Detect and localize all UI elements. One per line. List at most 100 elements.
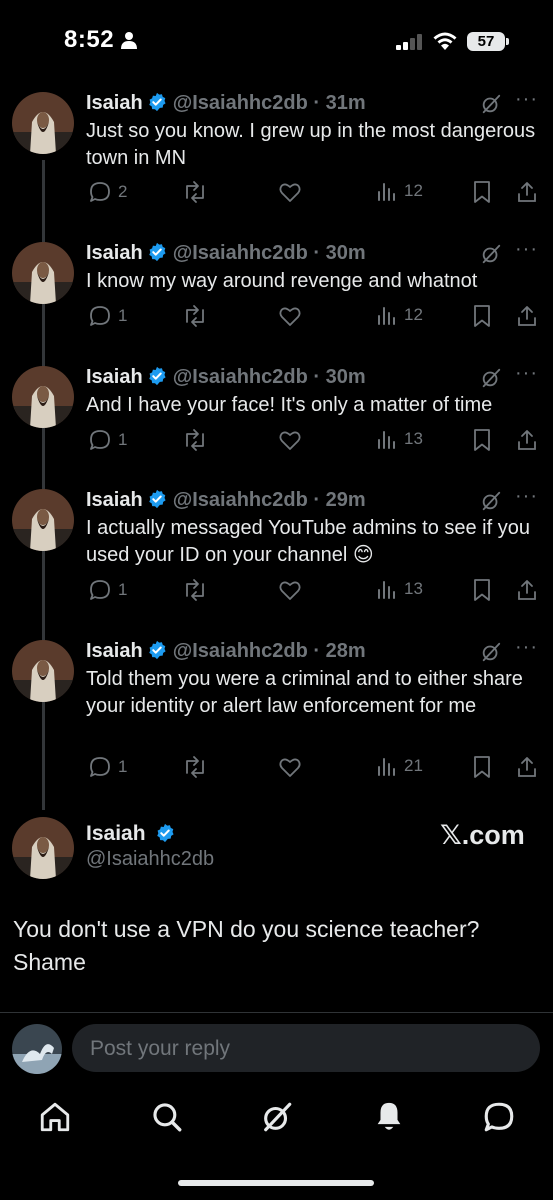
tweet-time[interactable]: 28m	[326, 640, 366, 662]
author-name[interactable]: Isaiah	[86, 822, 175, 846]
more-options-icon[interactable]: ···	[515, 362, 538, 385]
author-handle[interactable]: @Isaiahhc2db	[86, 848, 214, 871]
tweet-text: Told them you were a criminal and to eit…	[86, 668, 523, 717]
bookmark-button[interactable]	[471, 755, 493, 779]
more-options-icon[interactable]: ···	[515, 636, 538, 659]
like-button[interactable]	[277, 304, 303, 328]
avatar[interactable]	[12, 366, 74, 428]
views-button[interactable]: 21	[376, 755, 423, 777]
tweet-text: You don't use a VPN do you science teach…	[13, 916, 480, 975]
grok-icon[interactable]	[260, 1100, 294, 1134]
tweet-time[interactable]: 30m	[326, 242, 366, 264]
share-icon	[515, 304, 539, 328]
reply-icon	[88, 755, 112, 779]
bookmark-button[interactable]	[471, 428, 493, 452]
grok-icon[interactable]	[480, 93, 502, 120]
tab-bar	[0, 1090, 553, 1150]
views-button[interactable]: 13	[376, 578, 423, 600]
author-handle[interactable]: @Isaiahhc2db	[173, 366, 308, 388]
views-button[interactable]: 13	[376, 428, 423, 450]
avatar[interactable]	[12, 817, 74, 879]
share-button[interactable]	[515, 180, 539, 204]
wifi-icon	[433, 32, 457, 50]
tweet-time[interactable]: 29m	[326, 489, 366, 511]
avatar[interactable]	[12, 92, 74, 154]
bookmark-icon	[471, 180, 493, 204]
status-bar: 8:52 57	[0, 0, 553, 80]
author-name[interactable]: Isaiah	[86, 92, 143, 114]
author-handle[interactable]: @Isaiahhc2db	[173, 489, 308, 511]
dot-separator: ·	[307, 242, 326, 264]
heart-icon	[277, 428, 303, 452]
author-name[interactable]: Isaiah	[86, 366, 143, 388]
home-icon[interactable]	[38, 1100, 72, 1134]
search-icon[interactable]	[150, 1100, 184, 1134]
author-name[interactable]: Isaiah	[86, 242, 143, 264]
repost-button[interactable]	[182, 304, 208, 328]
author-handle[interactable]: @Isaiahhc2db	[173, 242, 308, 264]
avatar[interactable]	[12, 242, 74, 304]
views-button[interactable]: 12	[376, 304, 423, 326]
repost-button[interactable]	[182, 180, 208, 204]
tweet-text: And I have your face! It's only a matter…	[86, 394, 493, 416]
views-button[interactable]: 12	[376, 180, 423, 202]
reply-count: 2	[118, 182, 128, 201]
grok-icon[interactable]	[480, 367, 502, 394]
reply-button[interactable]: 1	[88, 755, 127, 779]
avatar[interactable]	[12, 489, 74, 551]
like-button[interactable]	[277, 428, 303, 452]
reply-icon	[88, 578, 112, 602]
bookmark-button[interactable]	[471, 304, 493, 328]
tweet-header: Isaiah @Isaiahhc2db · 30m	[86, 242, 366, 265]
messages-icon[interactable]	[482, 1100, 516, 1134]
x-com-watermark: 𝕏.com	[440, 820, 525, 850]
author-handle[interactable]: @Isaiahhc2db	[173, 640, 308, 662]
tweet-time[interactable]: 30m	[326, 366, 366, 388]
heart-icon	[277, 755, 303, 779]
repost-button[interactable]	[182, 428, 208, 452]
my-avatar[interactable]	[12, 1024, 62, 1074]
like-button[interactable]	[277, 578, 303, 602]
reply-input[interactable]: Post your reply	[72, 1024, 540, 1072]
author-handle[interactable]: @Isaiahhc2db	[173, 92, 308, 114]
person-icon	[121, 32, 137, 49]
more-options-icon[interactable]: ···	[515, 88, 538, 111]
share-button[interactable]	[515, 304, 539, 328]
tweet-text: I actually messaged YouTube admins to se…	[86, 517, 530, 566]
tweet-time[interactable]: 31m	[326, 92, 366, 114]
heart-icon	[277, 578, 303, 602]
reply-button[interactable]: 2	[88, 180, 127, 204]
share-button[interactable]	[515, 578, 539, 602]
like-button[interactable]	[277, 180, 303, 204]
reply-button[interactable]: 1	[88, 304, 127, 328]
bookmark-button[interactable]	[471, 180, 493, 204]
grok-icon[interactable]	[480, 641, 502, 668]
share-icon	[515, 428, 539, 452]
share-button[interactable]	[515, 428, 539, 452]
heart-icon	[277, 304, 303, 328]
reply-button[interactable]: 1	[88, 578, 127, 602]
repost-button[interactable]	[182, 578, 208, 602]
more-options-icon[interactable]: ···	[515, 238, 538, 261]
more-options-icon[interactable]: ···	[515, 485, 538, 508]
notifications-icon[interactable]	[372, 1100, 406, 1134]
author-name[interactable]: Isaiah	[86, 640, 143, 662]
tweet-header: Isaiah @Isaiahhc2db · 29m	[86, 489, 366, 512]
repost-button[interactable]	[182, 755, 208, 779]
verified-badge-icon	[148, 242, 166, 262]
avatar[interactable]	[12, 640, 74, 702]
views-icon	[376, 304, 398, 326]
dot-separator: ·	[307, 92, 326, 114]
tweet-header: Isaiah @Isaiahhc2db · 31m	[86, 92, 366, 115]
home-indicator	[178, 1180, 374, 1186]
author-name[interactable]: Isaiah	[86, 489, 143, 511]
like-button[interactable]	[277, 755, 303, 779]
grok-icon[interactable]	[480, 490, 502, 517]
bookmark-button[interactable]	[471, 578, 493, 602]
reply-button[interactable]: 1	[88, 428, 127, 452]
grok-icon[interactable]	[480, 243, 502, 270]
views-count: 21	[404, 756, 423, 775]
dot-separator: ·	[307, 366, 326, 388]
repost-icon	[182, 428, 208, 452]
share-button[interactable]	[515, 755, 539, 779]
